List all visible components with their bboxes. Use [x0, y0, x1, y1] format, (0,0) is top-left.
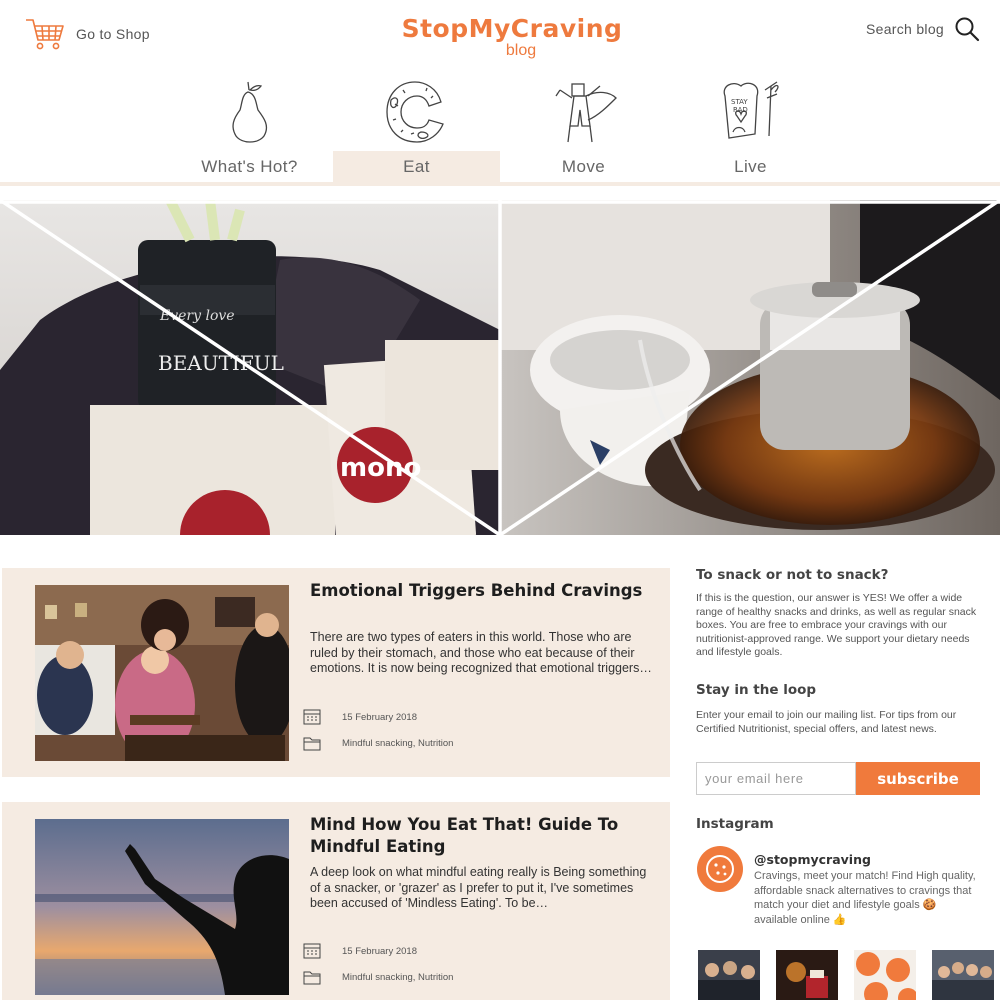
- post-title-1[interactable]: Emotional Triggers Behind Cravings: [310, 580, 650, 602]
- search-blog-label: Search blog: [865, 21, 944, 37]
- nav-label-eat: Eat: [333, 151, 500, 182]
- calendar-icon: [303, 943, 321, 959]
- nav-label-whats-hot: What's Hot?: [201, 157, 298, 176]
- cookie-icon: [706, 855, 734, 883]
- instagram-post-thumbnail[interactable]: [698, 950, 760, 1000]
- logo-sub: blog: [505, 42, 537, 59]
- post-categories-2[interactable]: Mindful snacking, Nutrition: [342, 972, 453, 983]
- nav-label-live: Live: [734, 157, 767, 176]
- post-photo-2: [35, 819, 289, 995]
- post-date-row-1: 15 February 2018: [302, 708, 417, 726]
- nav-item-eat[interactable]: Eat: [333, 72, 500, 182]
- newsletter-form: subscribe: [696, 762, 980, 795]
- logo-text: StopMyCraving: [401, 14, 623, 43]
- toast-icon: STAY RAD: [723, 81, 779, 139]
- folder-icon: [303, 737, 321, 751]
- top-bar: Go to Shop StopMyCraving blog Search blo…: [0, 0, 1000, 70]
- email-field[interactable]: [696, 762, 856, 795]
- subscribe-button[interactable]: subscribe: [856, 762, 980, 795]
- instagram-heading: Instagram: [696, 816, 774, 832]
- search-icon: [955, 17, 980, 42]
- svg-text:BEAUTIFUL: BEAUTIFUL: [158, 351, 284, 375]
- svg-text:RAD: RAD: [733, 106, 748, 114]
- instagram-post-thumbnail[interactable]: [932, 950, 994, 1000]
- post-categories-1[interactable]: Mindful snacking, Nutrition: [342, 738, 453, 749]
- post-category-row-2: Mindful snacking, Nutrition: [302, 968, 453, 986]
- superhero-icon: [554, 83, 617, 143]
- site-logo[interactable]: StopMyCraving blog: [396, 14, 628, 59]
- snack-text: If this is the question, our answer is Y…: [696, 592, 977, 658]
- nav-item-move[interactable]: Move: [500, 72, 667, 182]
- svg-text:mono: mono: [340, 453, 421, 483]
- instagram-post-thumbnail[interactable]: [776, 950, 838, 1000]
- go-to-shop-label: Go to Shop: [76, 26, 150, 42]
- svg-text:STAY: STAY: [731, 98, 748, 106]
- instagram-post-thumbnail[interactable]: [854, 950, 916, 1000]
- post-date-1: 15 February 2018: [342, 711, 417, 723]
- newsletter-section: Stay in the loop Enter your email to joi…: [696, 682, 986, 736]
- hero-photo: BEAUTIFUL Every love mono: [0, 200, 1000, 535]
- post-card-2[interactable]: Mind How You Eat That! Guide To Mindful …: [2, 802, 670, 1000]
- nav-label-move: Move: [561, 157, 606, 176]
- post-excerpt-1: There are two types of eaters in this wo…: [310, 630, 652, 675]
- nav-divider: [0, 182, 1000, 186]
- donut-icon: [385, 81, 444, 143]
- go-to-shop-link[interactable]: Go to Shop: [24, 16, 150, 52]
- post-thumbnail-2[interactable]: [35, 819, 289, 995]
- newsletter-text: Enter your email to join our mailing lis…: [696, 709, 957, 735]
- newsletter-heading: Stay in the loop: [696, 682, 817, 698]
- post-date-2: 15 February 2018: [342, 945, 417, 957]
- calendar-icon: [303, 709, 321, 725]
- avatar[interactable]: [697, 846, 743, 892]
- post-title-2[interactable]: Mind How You Eat That! Guide To Mindful …: [310, 814, 650, 858]
- instagram-handle[interactable]: @stopmycraving: [754, 852, 871, 867]
- post-card-1[interactable]: Emotional Triggers Behind Cravings There…: [2, 568, 670, 777]
- snack-section: To snack or not to snack? If this is the…: [696, 567, 986, 660]
- post-category-row-1: Mindful snacking, Nutrition: [302, 734, 453, 752]
- instagram-bio: Cravings, meet your match! Find High qua…: [754, 870, 976, 926]
- pear-icon: [231, 81, 267, 143]
- post-photo-1: [35, 585, 289, 761]
- instagram-section: Instagram: [696, 816, 986, 832]
- post-thumbnail-1[interactable]: [35, 585, 289, 761]
- snack-heading: To snack or not to snack?: [696, 567, 889, 583]
- nav-item-live[interactable]: STAY RAD Live: [667, 72, 834, 182]
- nav-item-whats-hot[interactable]: What's Hot?: [166, 72, 333, 182]
- post-date-row-2: 15 February 2018: [302, 942, 417, 960]
- category-nav: What's Hot? Eat Move STAY RAD Live: [166, 72, 834, 182]
- search-blog-link[interactable]: Search blog: [866, 16, 980, 42]
- folder-icon: [303, 971, 321, 985]
- hero-image[interactable]: BEAUTIFUL Every love mono: [0, 200, 1000, 535]
- instagram-grid: [698, 950, 994, 1000]
- post-excerpt-2: A deep look on what mindful eating reall…: [310, 865, 647, 910]
- shopping-cart-icon: [26, 19, 64, 50]
